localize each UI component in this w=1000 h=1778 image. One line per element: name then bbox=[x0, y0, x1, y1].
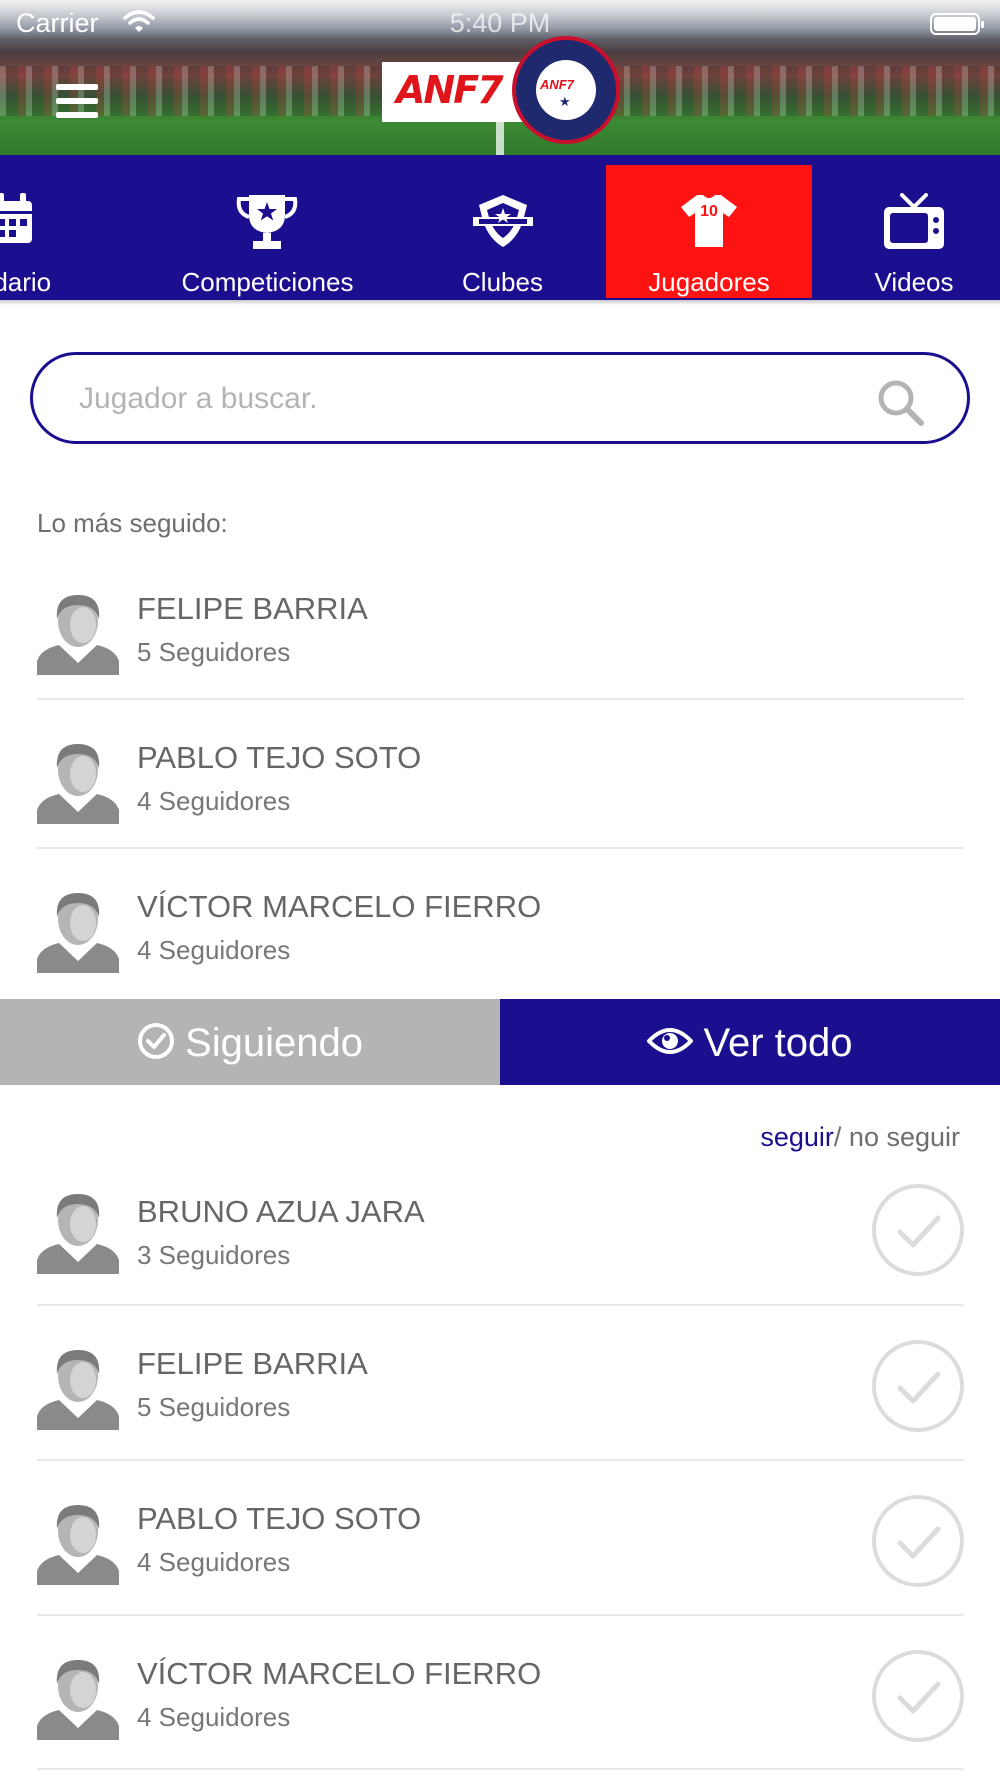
menu-bar bbox=[56, 112, 98, 118]
jersey-icon: 10 bbox=[681, 195, 737, 247]
follow-toggle[interactable] bbox=[872, 1650, 964, 1742]
hamburger-menu-button[interactable] bbox=[56, 84, 98, 120]
list-item[interactable]: FELIPE BARRIA 5 Seguidores bbox=[37, 1306, 964, 1461]
nav-shadow bbox=[0, 300, 1000, 305]
player-name: PABLO TEJO SOTO bbox=[137, 1501, 422, 1536]
status-bar: Carrier 5:40 PM bbox=[0, 0, 1000, 50]
follow-toggle[interactable] bbox=[872, 1184, 964, 1276]
player-followers: 3 Seguidores bbox=[137, 1240, 291, 1270]
list-item[interactable]: PABLO TEJO SOTO 4 Seguidores bbox=[37, 700, 964, 849]
search-icon[interactable] bbox=[875, 377, 925, 427]
check-circle-icon bbox=[138, 1023, 175, 1060]
checkmark-icon bbox=[897, 1215, 941, 1248]
logo-text: ANF7 bbox=[396, 68, 504, 112]
crest-text: ANF7 bbox=[540, 77, 574, 92]
tab-clubes[interactable]: Clubes bbox=[420, 165, 585, 298]
follow-toggle[interactable] bbox=[872, 1495, 964, 1587]
menu-bar bbox=[56, 84, 98, 90]
tab-jugadores[interactable]: 10 Jugadores bbox=[606, 165, 812, 298]
menu-bar bbox=[56, 98, 98, 104]
player-avatar-icon bbox=[37, 744, 119, 824]
most-followed-label: Lo más seguido: bbox=[37, 508, 228, 538]
player-followers: 5 Seguidores bbox=[137, 1392, 291, 1422]
tab-label: Videos bbox=[874, 267, 954, 297]
players-list: BRUNO AZUA JARA 3 Seguidores FELIPE BARR… bbox=[37, 1156, 964, 1770]
player-name: VÍCTOR MARCELO FIERRO bbox=[137, 1656, 542, 1691]
battery-icon bbox=[930, 13, 984, 35]
app-header: Carrier 5:40 PM ANF7 ANF7 ★ bbox=[0, 0, 1000, 155]
tab-label: Jugadores bbox=[648, 267, 770, 297]
calendar-icon bbox=[0, 193, 32, 243]
list-item[interactable]: VÍCTOR MARCELO FIERRO 4 Seguidores bbox=[37, 849, 964, 998]
tab-label: Clubes bbox=[462, 267, 543, 297]
tab-videos[interactable]: Videos bbox=[828, 165, 1000, 298]
player-followers: 4 Seguidores bbox=[137, 935, 291, 965]
view-all-button[interactable]: Ver todo bbox=[500, 999, 1000, 1085]
list-item[interactable]: VÍCTOR MARCELO FIERRO 4 Seguidores bbox=[37, 1616, 964, 1770]
club-shield-icon bbox=[473, 195, 533, 247]
search-bar bbox=[30, 352, 970, 444]
list-item[interactable]: BRUNO AZUA JARA 3 Seguidores bbox=[37, 1156, 964, 1306]
status-time: 5:40 PM bbox=[449, 8, 551, 38]
player-followers: 4 Seguidores bbox=[137, 1547, 291, 1577]
follow-legend: seguir/ no seguir bbox=[760, 1122, 960, 1153]
trophy-icon bbox=[236, 195, 298, 249]
tab-calendario[interactable]: ndario bbox=[0, 165, 90, 298]
checkmark-icon bbox=[897, 1526, 941, 1559]
player-avatar-icon bbox=[37, 1660, 119, 1740]
most-followed-list: FELIPE BARRIA 5 Seguidores PABLO TEJO SO… bbox=[37, 551, 964, 998]
pitch-line bbox=[496, 118, 504, 155]
player-name: PABLO TEJO SOTO bbox=[137, 740, 422, 775]
view-all-label: Ver todo bbox=[703, 1021, 853, 1065]
follow-legend-unfollow: / no seguir bbox=[833, 1122, 960, 1152]
player-name: VÍCTOR MARCELO FIERRO bbox=[137, 889, 542, 924]
checkmark-icon bbox=[897, 1371, 941, 1404]
main-nav: ndario Competiciones Clubes 10 Jugadores bbox=[0, 155, 1000, 300]
federation-crest-icon: ANF7 ★ bbox=[512, 36, 620, 144]
checkmark-icon bbox=[897, 1681, 941, 1714]
player-avatar-icon bbox=[37, 1194, 119, 1274]
player-name: BRUNO AZUA JARA bbox=[137, 1194, 425, 1229]
crest-star-icon: ★ bbox=[559, 94, 571, 109]
tab-label: ndario bbox=[0, 267, 52, 297]
player-name: FELIPE BARRIA bbox=[137, 1346, 368, 1381]
following-label: Siguiendo bbox=[185, 1021, 363, 1065]
following-button[interactable]: Siguiendo bbox=[0, 999, 500, 1085]
tab-label: Competiciones bbox=[181, 267, 354, 297]
player-avatar-icon bbox=[37, 1505, 119, 1585]
player-followers: 4 Seguidores bbox=[137, 786, 291, 816]
player-avatar-icon bbox=[37, 595, 119, 675]
search-input[interactable] bbox=[77, 373, 861, 425]
jersey-number: 10 bbox=[700, 203, 718, 220]
list-item[interactable]: FELIPE BARRIA 5 Seguidores bbox=[37, 551, 964, 700]
player-name: FELIPE BARRIA bbox=[137, 591, 368, 626]
player-avatar-icon bbox=[37, 893, 119, 973]
player-avatar-icon bbox=[37, 1350, 119, 1430]
list-item[interactable]: PABLO TEJO SOTO 4 Seguidores bbox=[37, 1461, 964, 1616]
player-followers: 4 Seguidores bbox=[137, 1702, 291, 1732]
eye-icon bbox=[646, 1028, 695, 1055]
follow-legend-follow: seguir bbox=[760, 1122, 834, 1152]
player-followers: 5 Seguidores bbox=[137, 637, 291, 667]
tv-icon bbox=[884, 193, 944, 249]
follow-toggle[interactable] bbox=[872, 1340, 964, 1432]
tab-competiciones[interactable]: Competiciones bbox=[170, 165, 365, 298]
